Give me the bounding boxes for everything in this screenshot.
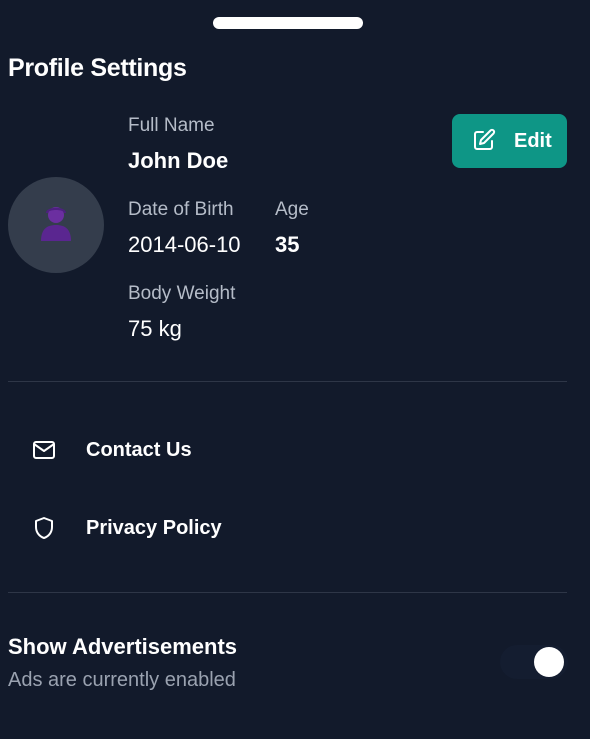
body-weight-label: Body Weight: [128, 283, 236, 304]
toggle-knob: [534, 647, 564, 677]
drag-handle[interactable]: [213, 17, 363, 29]
ads-toggle[interactable]: [500, 645, 568, 679]
contact-us-item[interactable]: Contact Us: [8, 420, 567, 480]
mail-icon: [32, 438, 56, 462]
profile-settings-sheet: Profile Settings Full Name John Doe Date…: [0, 0, 590, 739]
divider: [8, 381, 567, 382]
contact-us-label: Contact Us: [86, 438, 192, 461]
divider: [8, 592, 567, 593]
age-label: Age: [275, 199, 309, 220]
dob-value: 2014-06-10: [128, 232, 241, 257]
user-icon: [38, 203, 74, 248]
page-title: Profile Settings: [8, 54, 187, 82]
ads-setting-title: Show Advertisements: [8, 634, 238, 659]
edit-button[interactable]: Edit: [452, 114, 567, 168]
body-weight-value: 75 kg: [128, 316, 182, 341]
shield-icon: [32, 516, 56, 540]
full-name-value: John Doe: [128, 148, 229, 173]
full-name-label: Full Name: [128, 115, 215, 136]
dob-label: Date of Birth: [128, 199, 234, 220]
edit-icon: [472, 128, 496, 155]
privacy-policy-item[interactable]: Privacy Policy: [8, 498, 567, 558]
avatar: [8, 177, 104, 273]
privacy-policy-label: Privacy Policy: [86, 516, 222, 539]
age-value: 35: [275, 232, 300, 257]
ads-status-text: Ads are currently enabled: [8, 669, 236, 691]
edit-button-label: Edit: [514, 129, 552, 152]
